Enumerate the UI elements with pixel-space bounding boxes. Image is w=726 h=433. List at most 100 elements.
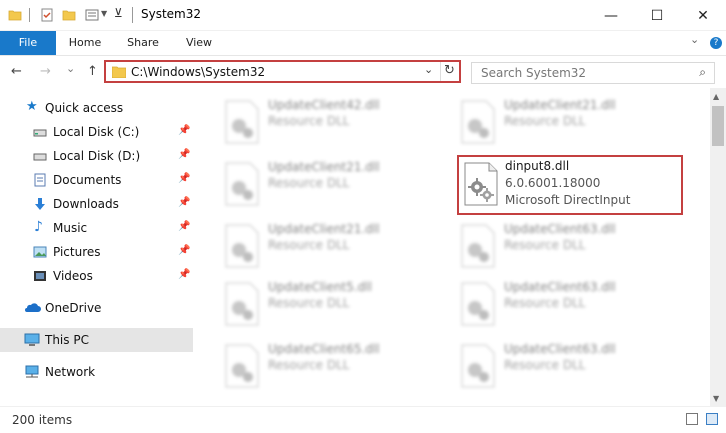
sidebar-item-quick-access[interactable]: ★ Quick access	[0, 96, 193, 120]
sidebar-item-this-pc[interactable]: This PC	[0, 328, 193, 352]
customize-icon[interactable]	[85, 8, 99, 22]
minimize-button[interactable]: —	[588, 0, 634, 31]
pin-icon[interactable]: 📌	[178, 245, 190, 256]
scroll-up-icon[interactable]: ▲	[713, 92, 719, 101]
sidebar-item-label: Videos	[53, 269, 93, 283]
sidebar-item-label: OneDrive	[45, 301, 102, 315]
back-icon[interactable]: ←	[11, 64, 22, 79]
dll-file-icon	[464, 162, 498, 206]
drive-icon	[33, 129, 47, 137]
maximize-icon: ☐	[650, 7, 664, 24]
dll-file-icon	[225, 162, 259, 206]
sidebar-item-pictures[interactable]: Pictures 📌	[0, 240, 193, 264]
scroll-down-icon[interactable]: ▼	[713, 394, 719, 403]
download-icon	[35, 198, 45, 210]
item-count: 200 items	[12, 413, 73, 427]
recent-locations-icon[interactable]: ⌄	[66, 62, 75, 75]
list-item[interactable]: UpdateClient63.dll Resource DLL	[454, 338, 682, 396]
list-item[interactable]: UpdateClient21.dll Resource DLL	[218, 218, 446, 276]
sidebar-item-local-disk-c[interactable]: Local Disk (C:) 📌	[0, 120, 193, 144]
file-description: Resource DLL	[504, 238, 586, 252]
pictures-icon	[33, 246, 47, 258]
help-icon[interactable]: ?	[710, 37, 722, 49]
dll-file-icon	[225, 344, 259, 388]
pin-icon[interactable]: 📌	[178, 197, 190, 208]
sidebar-item-label: Documents	[53, 173, 122, 187]
list-item[interactable]: UpdateClient63.dll Resource DLL	[454, 218, 682, 276]
sidebar-item-downloads[interactable]: Downloads 📌	[0, 192, 193, 216]
address-path[interactable]: C:\Windows\System32	[131, 65, 265, 79]
sidebar-item-network[interactable]: Network	[0, 360, 193, 384]
sidebar-item-label: Music	[53, 221, 88, 235]
chevron-down-icon[interactable]: ⌄	[424, 63, 433, 76]
list-item-dinput8[interactable]: dinput8.dll 6.0.6001.18000 Microsoft Dir…	[457, 155, 683, 215]
tab-file[interactable]: File	[0, 31, 56, 55]
new-folder-icon[interactable]	[62, 8, 76, 22]
pin-icon[interactable]: 📌	[178, 149, 190, 160]
forward-icon[interactable]: →	[40, 64, 51, 79]
up-icon[interactable]: ↑	[87, 64, 98, 79]
sidebar-item-videos[interactable]: Videos 📌	[0, 264, 193, 288]
vertical-scrollbar[interactable]: ▲ ▼	[710, 88, 726, 406]
documents-icon	[34, 173, 46, 187]
file-description: Microsoft DirectInput	[505, 193, 631, 207]
folder-icon[interactable]	[8, 8, 22, 22]
qat-separator	[29, 8, 30, 22]
overflow-icon[interactable]: ⊻	[114, 6, 123, 20]
list-item[interactable]: UpdateClient21.dll Resource DLL	[454, 94, 682, 152]
dll-file-icon	[461, 282, 495, 326]
file-description: Resource DLL	[504, 358, 586, 372]
tab-view[interactable]: View	[176, 31, 222, 55]
dll-file-icon	[225, 282, 259, 326]
status-bar: 200 items	[0, 406, 726, 433]
navigation-pane: ★ Quick access Local Disk (C:) 📌 Local D…	[0, 88, 196, 406]
search-icon[interactable]: ⌕	[699, 65, 706, 80]
sidebar-item-onedrive[interactable]: OneDrive	[0, 296, 193, 320]
sidebar-item-label: Local Disk (D:)	[53, 149, 141, 163]
sidebar-item-music[interactable]: ♪ Music 📌	[0, 216, 193, 240]
file-version: 6.0.6001.18000	[505, 176, 601, 190]
file-description: Resource DLL	[504, 296, 586, 310]
search-box[interactable]: Search System32 ⌕	[471, 62, 715, 84]
dll-file-icon	[461, 224, 495, 268]
pin-icon[interactable]: 📌	[178, 173, 190, 184]
list-item[interactable]: UpdateClient63.dll Resource DLL	[454, 276, 682, 334]
maximize-button[interactable]: ☐	[634, 0, 680, 31]
close-button[interactable]: ✕	[680, 0, 726, 31]
computer-icon	[24, 333, 40, 346]
close-icon: ✕	[697, 7, 709, 24]
file-description: Resource DLL	[268, 176, 350, 190]
address-bar[interactable]: C:\Windows\System32 ⌄ ↻	[104, 60, 461, 83]
pin-icon[interactable]: 📌	[178, 269, 190, 280]
title-bar: ▼ ⊻ System32 — ☐ ✕	[0, 0, 726, 31]
pin-icon[interactable]: 📌	[178, 221, 190, 232]
list-item[interactable]: UpdateClient21.dll Resource DLL	[218, 156, 446, 214]
list-item[interactable]: UpdateClient65.dll Resource DLL	[218, 338, 446, 396]
expand-ribbon-icon[interactable]: ⌄	[690, 33, 699, 46]
properties-icon[interactable]	[40, 8, 54, 22]
file-list: UpdateClient42.dll Resource DLL UpdateCl…	[196, 88, 710, 406]
refresh-icon[interactable]: ↻	[444, 63, 455, 78]
details-view-icon[interactable]	[686, 413, 698, 425]
file-name: UpdateClient5.dll	[268, 280, 372, 294]
tab-home[interactable]: Home	[62, 31, 108, 55]
file-name: UpdateClient42.dll	[268, 98, 380, 112]
list-item[interactable]: UpdateClient42.dll Resource DLL	[218, 94, 446, 152]
dropdown-icon[interactable]: ▼	[101, 9, 107, 18]
ribbon-tabs: File Home Share View ⌄ ?	[0, 31, 726, 56]
file-description: Resource DLL	[268, 296, 350, 310]
divider	[440, 62, 441, 81]
network-icon	[25, 365, 39, 378]
search-input[interactable]: Search System32	[481, 66, 586, 80]
pin-icon[interactable]: 📌	[178, 125, 190, 136]
file-name: UpdateClient21.dll	[268, 222, 380, 236]
scrollbar-thumb[interactable]	[712, 106, 724, 146]
drive-icon	[33, 153, 47, 161]
sidebar-item-local-disk-d[interactable]: Local Disk (D:) 📌	[0, 144, 193, 168]
sidebar-item-documents[interactable]: Documents 📌	[0, 168, 193, 192]
sidebar-item-label: Quick access	[45, 101, 124, 115]
file-description: Resource DLL	[268, 114, 350, 128]
list-item[interactable]: UpdateClient5.dll Resource DLL	[218, 276, 446, 334]
tab-share[interactable]: Share	[118, 31, 168, 55]
large-icons-view-icon[interactable]	[706, 413, 718, 425]
